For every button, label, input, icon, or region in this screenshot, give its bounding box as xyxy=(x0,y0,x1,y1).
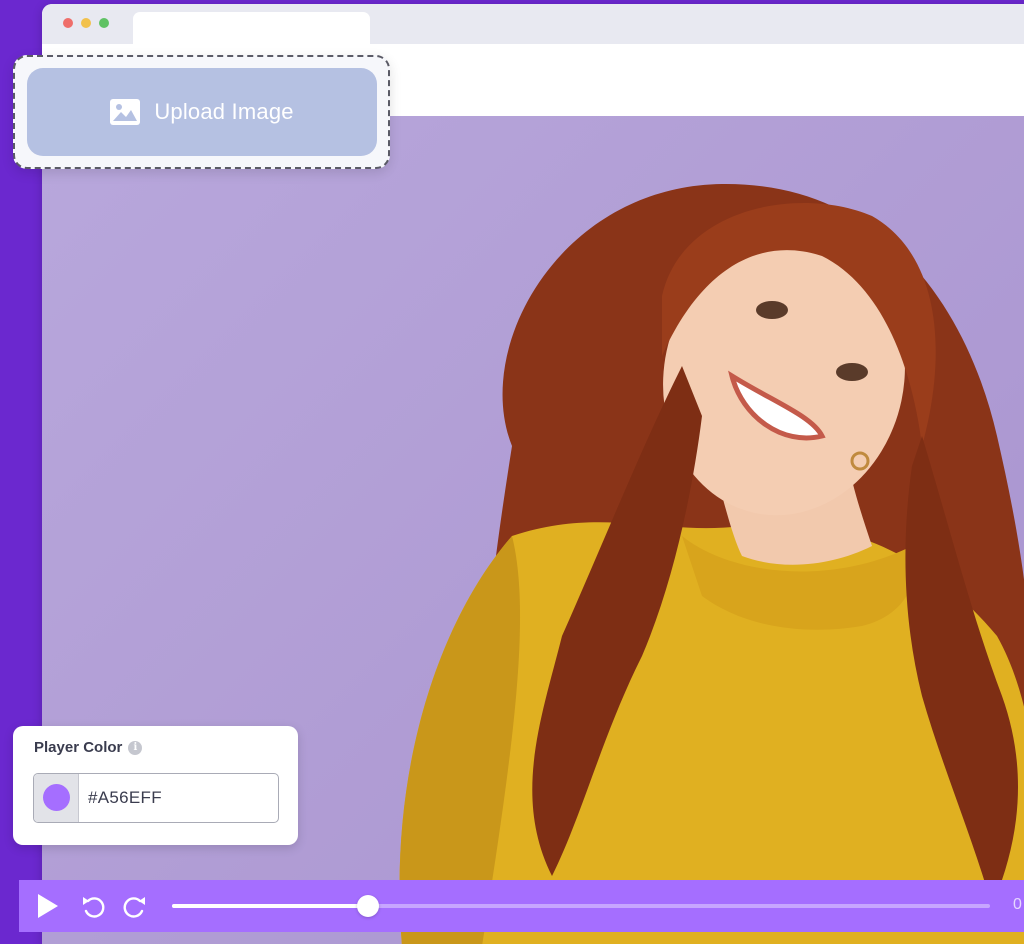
color-swatch-picker[interactable] xyxy=(34,774,79,822)
color-swatch[interactable] xyxy=(43,784,70,811)
close-window-dot[interactable] xyxy=(63,18,73,28)
progress-fill xyxy=(172,904,369,908)
player-color-hex-value[interactable]: #A56EFF xyxy=(88,788,162,808)
progress-track[interactable] xyxy=(172,895,990,917)
browser-tab[interactable] xyxy=(133,12,370,44)
playback-time: 0 xyxy=(1013,896,1022,913)
player-color-panel: Player Color i #A56EFF xyxy=(13,726,298,845)
player-color-heading: Player Color i xyxy=(34,739,143,756)
upload-dropzone[interactable]: Upload Image xyxy=(13,55,390,169)
rewind-icon[interactable] xyxy=(80,893,108,921)
player-color-input[interactable]: #A56EFF xyxy=(33,773,279,823)
video-player-bar: 0 xyxy=(19,880,1024,932)
play-icon[interactable] xyxy=(36,892,60,920)
upload-image-button[interactable]: Upload Image xyxy=(27,68,377,156)
info-icon[interactable]: i xyxy=(128,740,143,755)
progress-scrubber-handle[interactable] xyxy=(357,895,380,917)
player-color-title: Player Color xyxy=(34,739,123,756)
maximize-window-dot[interactable] xyxy=(99,18,109,28)
minimize-window-dot[interactable] xyxy=(81,18,91,28)
image-icon xyxy=(110,99,141,125)
browser-chrome xyxy=(42,4,1024,44)
upload-image-label: Upload Image xyxy=(154,99,294,124)
forward-icon[interactable] xyxy=(120,893,148,921)
